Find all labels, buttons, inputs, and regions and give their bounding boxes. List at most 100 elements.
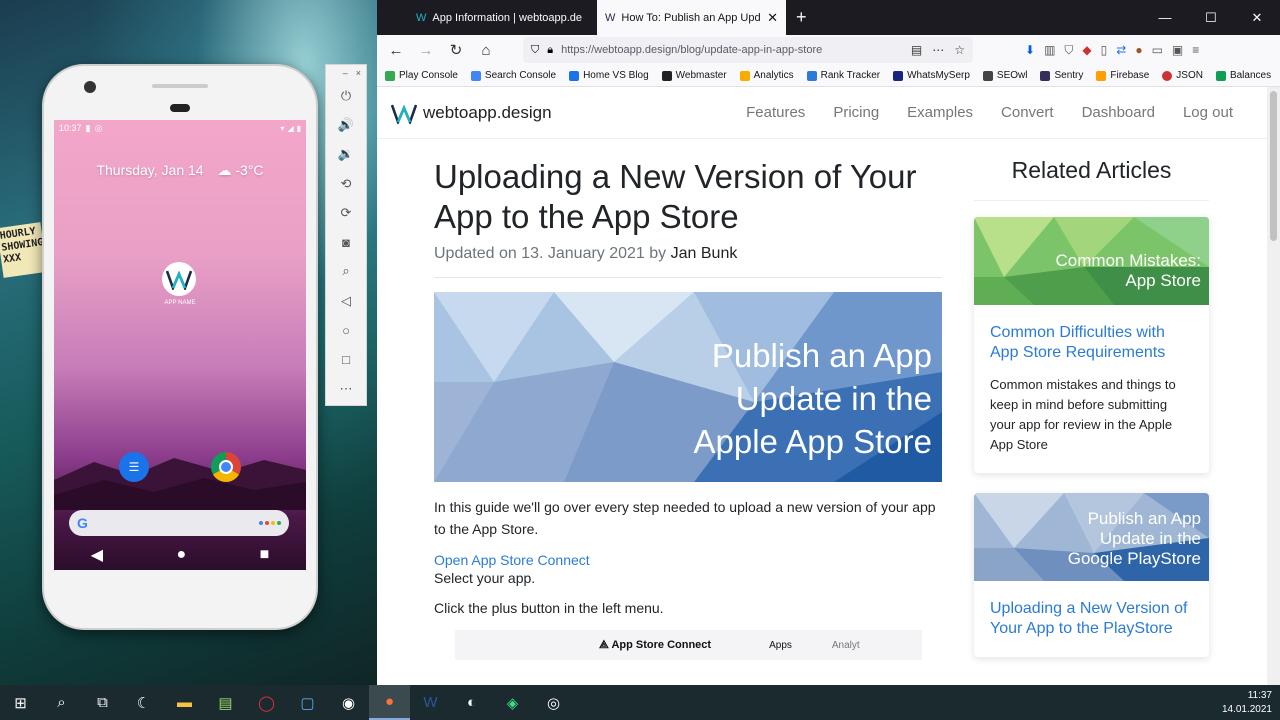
back-icon[interactable]: ◁ (326, 286, 366, 315)
nav-features[interactable]: Features (746, 104, 805, 121)
tab-publish-app-update[interactable]: W How To: Publish an App Update ✕ (597, 0, 786, 35)
author-name[interactable]: Jan Bunk (671, 245, 738, 262)
card-title[interactable]: Uploading a New Version of Your App to t… (990, 599, 1193, 639)
lock-icon[interactable]: 🔒︎ (547, 44, 553, 57)
zoom-icon[interactable]: ⌕ (326, 257, 366, 286)
address-bar[interactable]: ⛉ 🔒︎ https://webtoapp.design/blog/update… (523, 37, 973, 63)
page-scrollbar[interactable] (1267, 87, 1280, 685)
rotate-right-icon[interactable]: ⟳ (326, 198, 366, 227)
back-icon[interactable]: ← (383, 37, 409, 63)
extension-translate-icon[interactable]: ⇄ (1116, 43, 1126, 58)
tab-title: How To: Publish an App Update (621, 11, 762, 24)
back-icon[interactable]: ◀ (91, 545, 103, 565)
nav-pricing[interactable]: Pricing (833, 104, 879, 121)
extension-doc-icon[interactable]: ▯ (1101, 43, 1108, 58)
bookmark-play-console[interactable]: Play Console (385, 70, 458, 81)
google-search-bar[interactable]: G (69, 510, 289, 536)
bookmark-rank-tracker[interactable]: Rank Tracker (806, 70, 880, 81)
site-brand[interactable]: webtoapp.design (391, 102, 552, 124)
nav-dashboard[interactable]: Dashboard (1082, 104, 1155, 121)
more-icon[interactable]: ⋯ (326, 374, 366, 403)
shield-icon[interactable]: ⛉ (531, 44, 539, 57)
bookmark-balances[interactable]: Balances (1215, 70, 1271, 81)
extension-cookie-icon[interactable]: ● (1135, 43, 1142, 58)
bookmark-search-console[interactable]: Search Console (470, 70, 556, 81)
phone-screen[interactable]: 10:37 ▮ ◎ ▾ ◢ ▮ Thursday, Jan 14 ☁ -3°C … (54, 120, 306, 570)
search-icon[interactable]: ⌕ (41, 685, 82, 720)
rotate-left-icon[interactable]: ⟲ (326, 169, 366, 198)
close-icon[interactable]: × (356, 68, 361, 81)
url-text[interactable]: https://webtoapp.design/blog/update-app-… (561, 44, 903, 56)
messages-app-icon[interactable]: ☰ (119, 452, 149, 482)
tab-app-information[interactable]: W App Information | webtoapp.de (408, 0, 597, 35)
bookmark-label: Firebase (1110, 70, 1150, 81)
bookmark-sentry[interactable]: Sentry (1040, 70, 1083, 81)
bookmark-webmaster[interactable]: Webmaster (661, 70, 727, 81)
new-tab-button[interactable]: + (786, 0, 817, 35)
start-windows-icon[interactable]: ⊞ (0, 685, 41, 720)
bookmark-analytics[interactable]: Analytics (739, 70, 794, 81)
extension-red-icon[interactable]: ◆ (1082, 43, 1091, 58)
bookmark-seowl[interactable]: SEOwl (982, 70, 1027, 81)
tab-title: App Information | webtoapp.de (432, 11, 583, 24)
reload-icon[interactable]: ↻ (443, 37, 469, 63)
paint-app-icon[interactable]: ◐ (451, 685, 492, 720)
minimize-icon[interactable]: – (343, 68, 348, 81)
volume-up-icon[interactable]: 🔊 (326, 110, 366, 139)
bookmark-firebase[interactable]: Firebase (1096, 70, 1149, 81)
assistant-icon[interactable] (259, 521, 281, 525)
bookmark-label: Play Console (399, 70, 458, 81)
nav-convert[interactable]: Convert (1001, 104, 1054, 121)
downloads-icon[interactable]: ⬇ (1025, 43, 1035, 58)
home-icon[interactable]: ○ (326, 315, 366, 344)
home-icon[interactable]: ● (176, 546, 186, 564)
opera-icon[interactable]: ◯ (246, 685, 287, 720)
extension-shield-icon[interactable]: ⛉ (1064, 43, 1073, 58)
app-launcher-icon[interactable] (162, 262, 196, 296)
bookmark-home-vs-blog[interactable]: Home VS Blog (569, 70, 649, 81)
chat-app-icon[interactable]: ▢ (287, 685, 328, 720)
camera-icon[interactable]: ◙ (326, 227, 366, 256)
forward-icon[interactable]: → (413, 37, 439, 63)
menu-icon[interactable]: ≡ (1192, 43, 1199, 58)
obs-icon[interactable]: ◎ (533, 685, 574, 720)
chrome-app-icon[interactable] (211, 452, 241, 482)
url-host: https://webtoapp.design (561, 44, 678, 56)
word-icon[interactable]: W (410, 685, 451, 720)
home-icon[interactable]: ⌂ (473, 37, 499, 63)
nav-examples[interactable]: Examples (907, 104, 973, 121)
firefox-icon[interactable]: ● (369, 685, 410, 720)
file-explorer-icon[interactable]: ▬ (164, 685, 205, 720)
home-date-widget[interactable]: Thursday, Jan 14 ☁ -3°C (54, 162, 306, 179)
library-icon[interactable]: ▥ (1044, 43, 1055, 58)
bookmark-whatsmyserp[interactable]: WhatsMySerp (893, 70, 970, 81)
open-app-store-connect-link[interactable]: Open App Store Connect (434, 552, 942, 568)
night-mode-app-icon[interactable]: ☾ (123, 685, 164, 720)
extension-box-icon[interactable]: ▣ (1172, 43, 1183, 58)
volume-down-icon[interactable]: 🔉 (326, 140, 366, 169)
minimize-icon[interactable]: — (1142, 0, 1188, 35)
recents-icon[interactable]: ■ (260, 546, 270, 564)
reader-view-icon[interactable]: ▤ (911, 43, 922, 57)
overview-icon[interactable]: □ (326, 345, 366, 374)
related-card[interactable]: Common Mistakes: App Store Common Diffic… (974, 217, 1209, 473)
extension-copy-icon[interactable]: ▭ (1152, 43, 1163, 58)
scrollbar-thumb[interactable] (1270, 91, 1277, 241)
related-card[interactable]: Publish an App Update in the Google Play… (974, 493, 1209, 657)
close-icon[interactable]: ✕ (1234, 0, 1280, 35)
bookmark-star-icon[interactable]: ☆ (954, 43, 965, 57)
close-icon[interactable]: ✕ (767, 10, 778, 26)
power-icon[interactable]: ⏻ (326, 81, 366, 110)
android-nav-bar: ◀ ● ■ (54, 540, 306, 570)
page-actions-icon[interactable]: ⋯ (932, 43, 944, 57)
task-view-icon[interactable]: ⧉ (82, 685, 123, 720)
card-title[interactable]: Common Difficulties with App Store Requi… (990, 323, 1193, 363)
nav-logout[interactable]: Log out (1183, 104, 1233, 121)
android-studio-icon[interactable]: ◈ (492, 685, 533, 720)
taskbar-clock[interactable]: 11:37 14.01.2021 (1222, 689, 1280, 717)
vpn-app-icon[interactable]: ◉ (328, 685, 369, 720)
bookmark-json[interactable]: JSON (1162, 70, 1203, 81)
article-byline: Updated on 13. January 2021 by Jan Bunk (434, 245, 942, 278)
maximize-icon[interactable]: ☐ (1188, 0, 1234, 35)
notepad-icon[interactable]: ▤ (205, 685, 246, 720)
